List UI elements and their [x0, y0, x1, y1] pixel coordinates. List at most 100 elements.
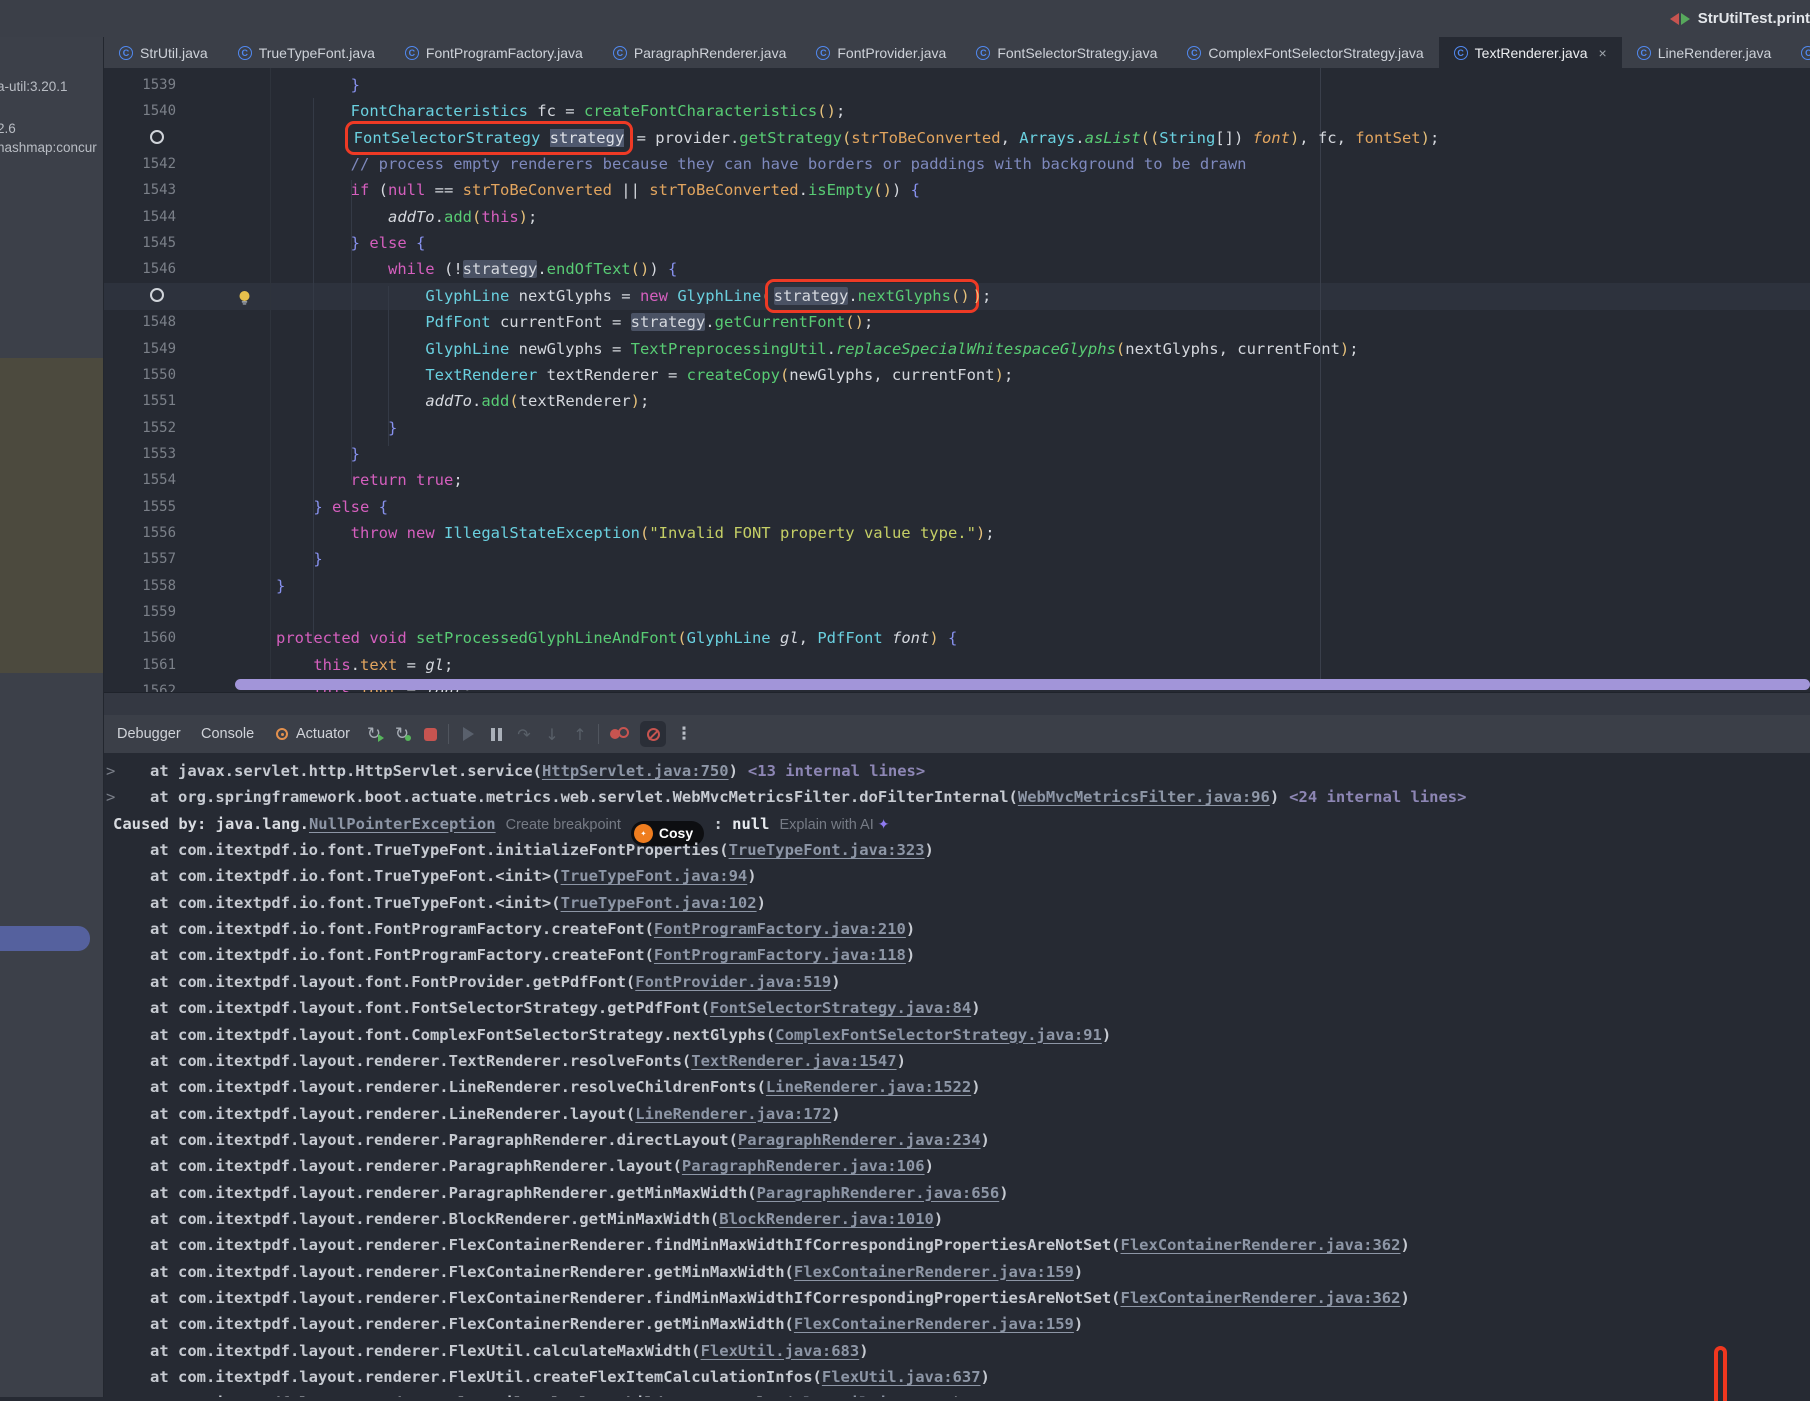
editor-tab-truetypefont-java[interactable]: CTrueTypeFont.java: [223, 37, 390, 68]
stack-frame-link[interactable]: BlockRenderer.java:1010: [719, 1210, 934, 1228]
code-token: strategy: [631, 313, 706, 331]
stack-frame-link[interactable]: LineRenderer.java:172: [635, 1105, 831, 1123]
stack-frame-link[interactable]: TextRenderer.java:1547: [691, 1052, 896, 1070]
stack-frame-link[interactable]: FlexUtil.java:637: [822, 1368, 981, 1386]
explain-with-ai-action[interactable]: Explain with AI: [779, 817, 873, 833]
stack-frame-link[interactable]: FlexUtil.java:683: [701, 1342, 860, 1360]
left-panel-item[interactable]: 2.6: [0, 121, 16, 136]
code-token: }: [351, 445, 360, 463]
line-number[interactable]: 1550: [104, 362, 176, 389]
stack-frame-link[interactable]: FlexContainerRenderer.java:159: [794, 1263, 1074, 1281]
line-number[interactable]: 1556: [104, 520, 176, 547]
line-number[interactable]: 1540: [104, 98, 176, 125]
step-over-button[interactable]: ↷: [512, 715, 536, 753]
code-text: addTo.add(textRenderer);: [276, 388, 649, 415]
code-text: PdfFont currentFont = strategy.getCurren…: [276, 309, 873, 336]
editor-tab-complexfontselectorstrategy-java[interactable]: CComplexFontSelectorStrategy.java: [1172, 37, 1438, 68]
code-token: [276, 287, 425, 305]
stack-frame-link[interactable]: FontSelectorStrategy.java:84: [710, 999, 971, 1017]
code-token: [397, 524, 406, 542]
stack-frame-link[interactable]: TrueTypeFont.java:323: [729, 841, 925, 859]
toolbar-separator: [598, 724, 599, 744]
line-number[interactable]: 1557: [104, 546, 176, 573]
stack-frame-link[interactable]: LineRenderer.java:1522: [766, 1078, 971, 1096]
rerun-failed-button[interactable]: ↻: [390, 715, 414, 753]
line-number[interactable]: 1548: [104, 309, 176, 336]
line-number[interactable]: 1561: [104, 652, 176, 679]
editor-tab-textrenderer-java[interactable]: CTextRenderer.java×: [1439, 37, 1622, 68]
code-text: } else {: [276, 494, 388, 521]
line-number[interactable]: 1555: [104, 494, 176, 521]
editor-tab-fontprogramfactory-java[interactable]: CFontProgramFactory.java: [390, 37, 598, 68]
line-number[interactable]: 1558: [104, 573, 176, 600]
create-breakpoint-action[interactable]: Create breakpoint: [506, 817, 621, 833]
tab-actuator[interactable]: Actuator: [296, 715, 350, 753]
step-into-button[interactable]: ↓: [540, 715, 564, 753]
left-panel-selection[interactable]: [0, 926, 90, 951]
code-token: // process empty renderers because they …: [351, 155, 1247, 173]
run-configuration[interactable]: StrUtilTest.print: [1670, 0, 1810, 37]
line-number[interactable]: 1553: [104, 441, 176, 468]
stack-frame-link[interactable]: ParagraphRenderer.java:656: [757, 1184, 1000, 1202]
close-tab-icon[interactable]: ×: [1599, 45, 1607, 61]
mute-breakpoints-button[interactable]: [638, 715, 668, 753]
more-options-button[interactable]: ⋮: [674, 715, 694, 753]
stack-frame-link[interactable]: FlexContainerRenderer.java:362: [1121, 1289, 1401, 1307]
line-number[interactable]: 1544: [104, 204, 176, 231]
line-number[interactable]: 1552: [104, 415, 176, 442]
code-editor[interactable]: 1539 }1540 FontCharacteristics fc = crea…: [104, 68, 1810, 692]
debug-console[interactable]: >at javax.servlet.http.HttpServlet.servi…: [104, 753, 1810, 1397]
editor-tab-fontprovider-java[interactable]: CFontProvider.java: [801, 37, 961, 68]
line-number[interactable]: 1545: [104, 230, 176, 257]
line-number[interactable]: 1549: [104, 336, 176, 363]
expand-chevron-icon[interactable]: >: [106, 758, 115, 785]
stack-frame-link[interactable]: ParagraphRenderer.java:234: [738, 1131, 981, 1149]
java-class-icon: C: [1637, 46, 1651, 60]
console-text: :: [704, 815, 732, 833]
line-number[interactable]: 1562: [104, 678, 176, 692]
line-number[interactable]: 1554: [104, 467, 176, 494]
breakpoint-icon[interactable]: [150, 130, 164, 144]
stack-frame-link[interactable]: HttpServlet.java:750: [542, 762, 729, 780]
rerun-button[interactable]: ↻: [362, 715, 386, 753]
debug-panel-divider[interactable]: [104, 692, 1810, 716]
stack-frame-link[interactable]: FontProgramFactory.java:118: [654, 946, 906, 964]
line-number[interactable]: 1559: [104, 599, 176, 626]
stack-frame-link[interactable]: ComplexFontSelectorStrategy.java:91: [775, 1026, 1102, 1044]
stack-frame-link[interactable]: FlexContainerRenderer.java:159: [794, 1315, 1074, 1333]
line-number[interactable]: 1551: [104, 388, 176, 415]
stack-frame-link[interactable]: FlexContainerRenderer.java:362: [1121, 1236, 1401, 1254]
pause-button[interactable]: [484, 715, 508, 753]
editor-tab-flexutil-java[interactable]: CFlexUtil.java: [1786, 37, 1810, 68]
tab-debugger[interactable]: Debugger: [117, 715, 181, 753]
editor-tab-paragraphrenderer-java[interactable]: CParagraphRenderer.java: [598, 37, 802, 68]
editor-horizontal-scrollbar[interactable]: [235, 679, 1810, 690]
resume-button[interactable]: [456, 715, 480, 753]
editor-tab-fontselectorstrategy-java[interactable]: CFontSelectorStrategy.java: [961, 37, 1172, 68]
view-breakpoints-button[interactable]: [606, 715, 634, 753]
stop-button[interactable]: [418, 715, 442, 753]
line-number[interactable]: 1539: [104, 72, 176, 99]
expand-chevron-icon[interactable]: >: [106, 784, 115, 811]
stack-frame-text: at com.itextpdf.io.font.FontProgramFacto…: [150, 946, 654, 964]
code-text: protected void setProcessedGlyphLineAndF…: [276, 625, 957, 652]
stack-frame-link[interactable]: TrueTypeFont.java:102: [561, 894, 757, 912]
left-panel-item[interactable]: a-util:3.20.1: [0, 79, 68, 94]
tab-console[interactable]: Console: [201, 715, 254, 753]
step-out-button[interactable]: ↑: [568, 715, 592, 753]
left-panel-item[interactable]: hashmap:concur: [0, 140, 97, 155]
stack-frame-link[interactable]: ParagraphRenderer.java:106: [682, 1157, 925, 1175]
exception-class-link[interactable]: NullPointerException: [309, 815, 496, 833]
breakpoint-icon[interactable]: [150, 288, 164, 302]
stack-frame-link[interactable]: FontProvider.java:519: [635, 973, 831, 991]
stack-frame-link[interactable]: FontProgramFactory.java:210: [654, 920, 906, 938]
stack-frame-link[interactable]: TrueTypeFont.java:94: [561, 867, 748, 885]
line-number[interactable]: 1542: [104, 151, 176, 178]
line-number[interactable]: 1546: [104, 256, 176, 283]
code-token: ): [976, 524, 985, 542]
stack-frame-link[interactable]: WebMvcMetricsFilter.java:96: [1018, 788, 1270, 806]
editor-tab-strutil-java[interactable]: CStrUtil.java: [104, 37, 223, 68]
line-number[interactable]: 1543: [104, 177, 176, 204]
editor-tab-linerenderer-java[interactable]: CLineRenderer.java: [1622, 37, 1787, 68]
line-number[interactable]: 1560: [104, 625, 176, 652]
